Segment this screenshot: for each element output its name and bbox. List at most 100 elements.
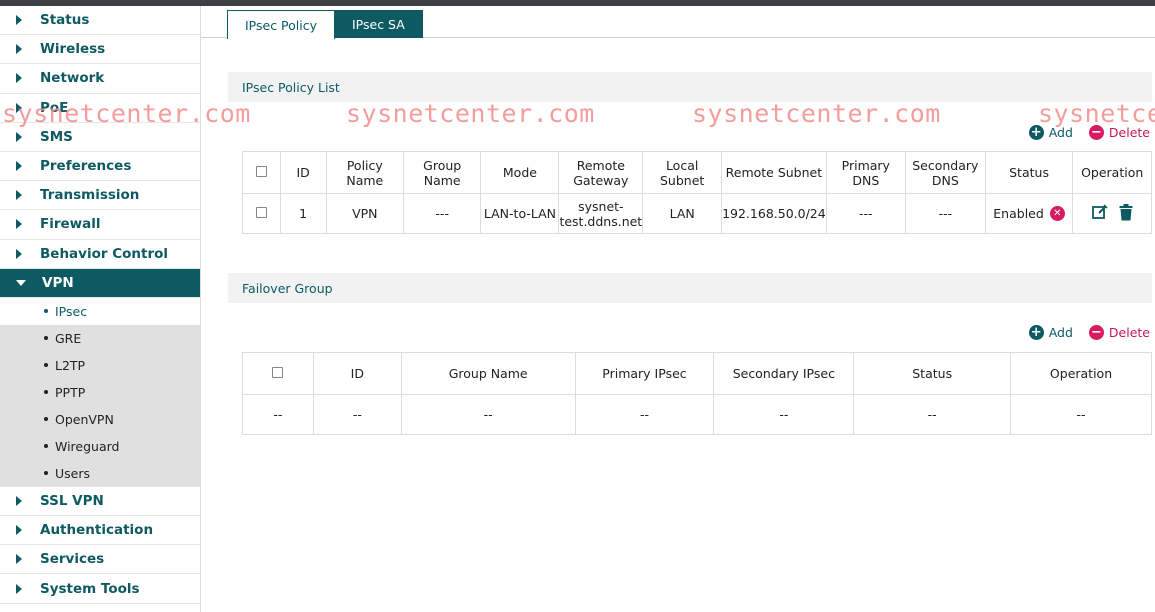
minus-icon: − <box>1088 125 1104 140</box>
bullet-icon <box>44 363 48 368</box>
sidebar-subitem-openvpn[interactable]: OpenVPN <box>0 406 200 433</box>
sidebar-subitem-l2tp[interactable]: L2TP <box>0 352 200 379</box>
column-header: ID <box>279 151 327 194</box>
sidebar-item-preferences[interactable]: Preferences <box>0 152 200 182</box>
chevron-right-icon <box>16 583 22 594</box>
sidebar-item-services[interactable]: Services <box>0 545 200 575</box>
plus-icon: + <box>1028 325 1044 340</box>
policy-section-header: IPsec Policy List <box>228 72 1152 102</box>
table-header-row: ID Group Name Primary IPsec Secondary IP… <box>242 352 1152 395</box>
chevron-right-icon <box>16 15 22 26</box>
cell-policy-name: VPN <box>325 193 404 234</box>
add-policy-button[interactable]: + Add <box>1028 125 1073 140</box>
cell-status: Enabled ✕ <box>984 193 1074 234</box>
column-header: Status <box>984 151 1074 194</box>
minus-icon: − <box>1088 325 1104 340</box>
row-select-cell <box>242 193 281 234</box>
row-operations <box>1073 203 1151 224</box>
failover-actions: + Add − Delete <box>1028 325 1150 340</box>
sidebar-item-behavior-control[interactable]: Behavior Control <box>0 240 200 269</box>
column-header: Remote Subnet <box>721 151 827 194</box>
sidebar-item-network[interactable]: Network <box>0 64 200 94</box>
sidebar-item-wireless[interactable]: Wireless <box>0 35 200 65</box>
table-row: -- -- -- -- -- -- -- <box>242 394 1152 435</box>
select-all-checkbox[interactable] <box>272 367 284 378</box>
sidebar-item-authentication[interactable]: Authentication <box>0 516 200 546</box>
cell-empty: -- <box>574 394 715 435</box>
policy-actions: + Add − Delete <box>1028 125 1150 140</box>
bullet-icon <box>44 417 48 422</box>
chevron-right-icon <box>16 102 22 113</box>
bullet-icon <box>44 444 48 449</box>
tab-ipsec-sa[interactable]: IPsec SA <box>334 10 423 38</box>
chevron-right-icon <box>16 219 22 230</box>
sidebar-item-firewall[interactable]: Firewall <box>0 210 200 240</box>
cell-empty: -- <box>400 394 576 435</box>
sidebar-subitem-wireguard[interactable]: Wireguard <box>0 433 200 460</box>
column-header: Group Name <box>402 151 482 194</box>
column-header: Primary IPsec <box>574 352 715 395</box>
sidebar-subitem-pptp[interactable]: PPTP <box>0 379 200 406</box>
table-header-row: ID Policy Name Group Name Mode Remote Ga… <box>242 151 1152 194</box>
select-all-cell <box>242 352 314 395</box>
column-header: Local Subnet <box>642 151 723 194</box>
sidebar-item-vpn[interactable]: VPN <box>0 268 200 298</box>
section-title: Failover Group <box>242 280 333 296</box>
bullet-icon <box>44 309 48 314</box>
column-header: Status <box>853 352 1012 395</box>
cell-empty: -- <box>1010 394 1152 435</box>
sidebar: Status Wireless Network PoE SMS Preferen… <box>0 6 201 612</box>
bullet-icon <box>44 390 48 395</box>
disable-icon[interactable]: ✕ <box>1049 206 1065 221</box>
chevron-right-icon <box>16 190 22 201</box>
sidebar-item-transmission[interactable]: Transmission <box>0 181 200 211</box>
chevron-right-icon <box>16 495 22 506</box>
cell-operation <box>1072 193 1152 234</box>
chevron-right-icon <box>16 554 22 565</box>
cell-local-subnet: LAN <box>642 193 723 234</box>
cell-remote-subnet: 192.168.50.0/24 <box>721 193 827 234</box>
column-header: Group Name <box>400 352 576 395</box>
sidebar-item-status[interactable]: Status <box>0 6 200 36</box>
status-toggle[interactable]: Enabled ✕ <box>986 206 1073 221</box>
chevron-right-icon <box>16 44 22 55</box>
add-group-button[interactable]: + Add <box>1028 325 1073 340</box>
watermark-text: sysnetcenter.com <box>692 99 941 128</box>
trash-icon[interactable] <box>1119 203 1133 224</box>
cell-empty: -- <box>853 394 1012 435</box>
table-row: 1 VPN --- LAN-to-LAN sysnet-test.ddns.ne… <box>242 193 1152 234</box>
tab-bar: IPsec Policy IPsec SA <box>201 6 1155 39</box>
watermark-text: sysnetcenter.com <box>1038 99 1155 128</box>
failover-table: ID Group Name Primary IPsec Secondary IP… <box>242 352 1152 435</box>
status-text: Enabled <box>993 206 1044 221</box>
cell-secondary-dns: --- <box>904 193 986 234</box>
row-checkbox[interactable] <box>255 207 267 218</box>
cell-group-name: --- <box>402 193 482 234</box>
cell-empty: -- <box>242 394 314 435</box>
edit-icon[interactable] <box>1091 203 1109 224</box>
vpn-submenu: IPsec GRE L2TP PPTP OpenVPN Wireguard Us… <box>0 297 200 487</box>
select-all-cell <box>242 151 281 194</box>
delete-policy-button[interactable]: − Delete <box>1088 125 1150 140</box>
delete-group-button[interactable]: − Delete <box>1088 325 1150 340</box>
sidebar-item-poe[interactable]: PoE <box>0 94 200 123</box>
column-header: Policy Name <box>325 151 404 194</box>
column-header: Operation <box>1010 352 1152 395</box>
select-all-checkbox[interactable] <box>255 166 267 177</box>
sidebar-subitem-ipsec[interactable]: IPsec <box>0 297 200 325</box>
column-header: Secondary IPsec <box>713 352 855 395</box>
sidebar-subitem-gre[interactable]: GRE <box>0 325 200 352</box>
cell-empty: -- <box>713 394 855 435</box>
cell-mode: LAN-to-LAN <box>480 193 560 234</box>
sidebar-item-sms[interactable]: SMS <box>0 123 200 152</box>
chevron-right-icon <box>16 131 22 142</box>
sidebar-subitem-users[interactable]: Users <box>0 460 200 487</box>
chevron-right-icon <box>16 525 22 536</box>
bullet-icon <box>44 471 48 476</box>
tab-ipsec-policy[interactable]: IPsec Policy <box>227 10 336 39</box>
chevron-right-icon <box>16 248 22 259</box>
cell-empty: -- <box>312 394 402 435</box>
sidebar-item-ssl-vpn[interactable]: SSL VPN <box>0 487 200 517</box>
sidebar-item-system-tools[interactable]: System Tools <box>0 574 200 604</box>
column-header: ID <box>312 352 402 395</box>
